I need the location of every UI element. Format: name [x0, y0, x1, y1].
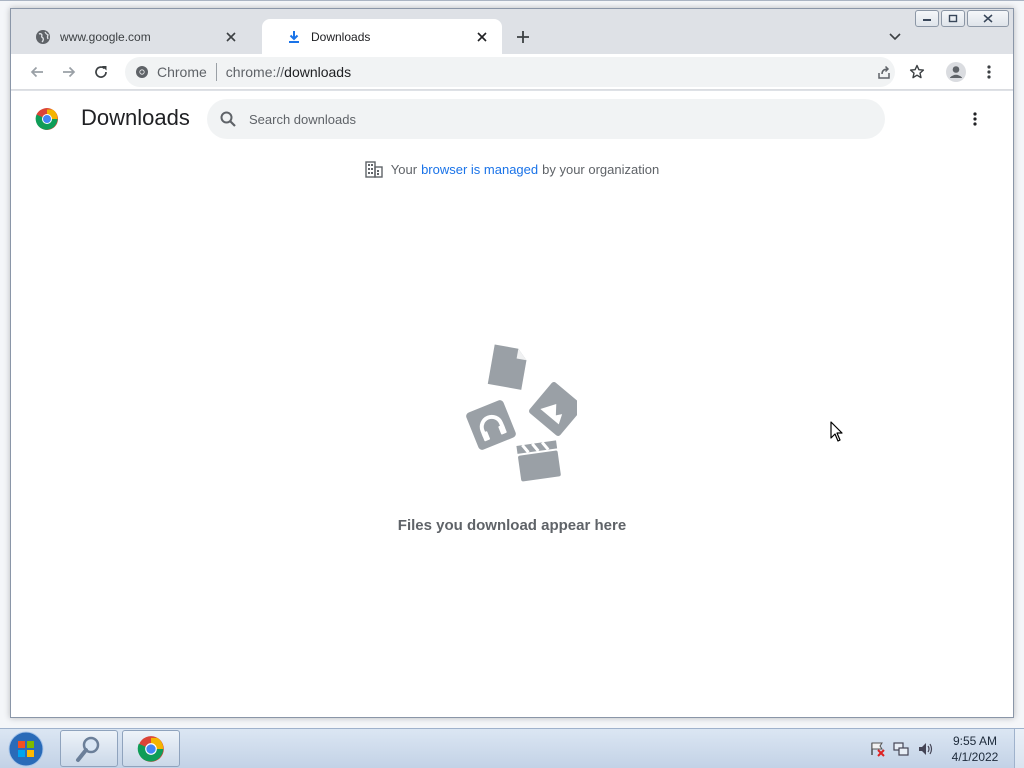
taskbar-chrome-app[interactable]: [122, 730, 180, 767]
tab-google[interactable]: www.google.com: [11, 19, 251, 54]
toolbar: Chrome chrome://downloads: [11, 54, 1013, 90]
chrome-logo-icon: [35, 108, 58, 130]
plus-icon: [517, 31, 529, 43]
managed-notice: Your browser is managed by your organiza…: [11, 159, 1013, 179]
close-icon: [983, 14, 993, 23]
chrome-logo-icon: [137, 735, 164, 762]
star-icon: [909, 64, 925, 79]
image-icon: [529, 382, 577, 436]
tab-title: Downloads: [311, 29, 371, 44]
empty-message: Files you download appear here: [397, 517, 627, 534]
magnifier-icon: [76, 736, 100, 762]
omnibox[interactable]: Chrome chrome://downloads: [125, 57, 895, 87]
omnibox-divider: [215, 63, 217, 81]
reload-icon: [95, 66, 107, 78]
share-button[interactable]: [873, 61, 895, 83]
bookmark-button[interactable]: [903, 58, 931, 86]
volume-icon[interactable]: [916, 740, 934, 758]
minimize-button[interactable]: [915, 10, 939, 27]
more-vert-icon: [973, 112, 977, 126]
reload-button[interactable]: [87, 58, 115, 86]
clock-time: 9:55 AM: [952, 734, 998, 748]
clock-date: 4/1/2022: [951, 750, 999, 764]
downloads-page: Downloads Search downloads Your browser …: [11, 91, 1013, 717]
managed-prefix: Your: [390, 161, 418, 177]
minimize-icon: [923, 18, 931, 21]
restore-icon: [948, 14, 958, 23]
tab-downloads[interactable]: Downloads: [262, 19, 502, 54]
audio-icon: [466, 400, 516, 450]
download-icon: [289, 30, 299, 43]
new-tab-button[interactable]: [511, 25, 535, 49]
search-input[interactable]: [249, 111, 849, 127]
chrome-window: www.google.com Downloads Chrome chrome:/…: [10, 8, 1014, 718]
taskbar-search-app[interactable]: [60, 730, 118, 767]
back-arrow-icon: [30, 66, 43, 78]
building-icon: [365, 161, 383, 178]
more-vert-icon: [987, 65, 991, 79]
site-label: Chrome: [157, 64, 207, 80]
page-title: Downloads: [81, 105, 190, 130]
window-controls: [915, 10, 1009, 27]
tab-title: www.google.com: [60, 29, 151, 44]
windows-start-icon: [8, 731, 44, 767]
url-scheme: chrome://: [225, 64, 285, 80]
avatar-icon: [946, 62, 966, 82]
managed-suffix: by your organization: [542, 161, 660, 177]
system-tray: 9:55 AM 4/1/2022: [868, 729, 1024, 768]
profile-button[interactable]: [942, 58, 970, 86]
network-icon[interactable]: [892, 740, 910, 758]
tab-strip: www.google.com Downloads: [11, 9, 1013, 54]
mouse-cursor-icon: [830, 421, 843, 442]
forward-button[interactable]: [55, 58, 83, 86]
chrome-site-icon: [136, 66, 148, 78]
chrome-menu-button[interactable]: [975, 58, 1003, 86]
tab-search-button[interactable]: [883, 25, 907, 49]
close-window-button[interactable]: [967, 10, 1009, 27]
action-center-icon[interactable]: [868, 740, 886, 758]
downloads-more-button[interactable]: [963, 107, 987, 131]
url-host: downloads: [284, 64, 352, 80]
close-tab-icon[interactable]: [474, 29, 490, 45]
chevron-down-icon: [889, 33, 901, 41]
managed-link[interactable]: browser is managed: [421, 162, 538, 177]
show-desktop-button[interactable]: [1014, 729, 1024, 768]
close-tab-icon[interactable]: [223, 29, 239, 45]
empty-downloads-illustration: [466, 344, 577, 482]
restore-button[interactable]: [941, 10, 965, 27]
back-button[interactable]: [23, 58, 51, 86]
globe-icon: [36, 29, 50, 44]
video-icon: [516, 440, 561, 482]
search-box[interactable]: [207, 99, 885, 139]
forward-arrow-icon: [63, 66, 76, 78]
taskbar: 9:55 AM 4/1/2022: [0, 728, 1024, 768]
clock[interactable]: 9:55 AM 4/1/2022: [940, 733, 1010, 765]
search-icon: [220, 111, 236, 127]
start-button[interactable]: [6, 730, 46, 768]
downloads-header: Downloads: [11, 91, 1013, 147]
share-icon: [878, 65, 890, 79]
document-icon: [487, 344, 527, 390]
